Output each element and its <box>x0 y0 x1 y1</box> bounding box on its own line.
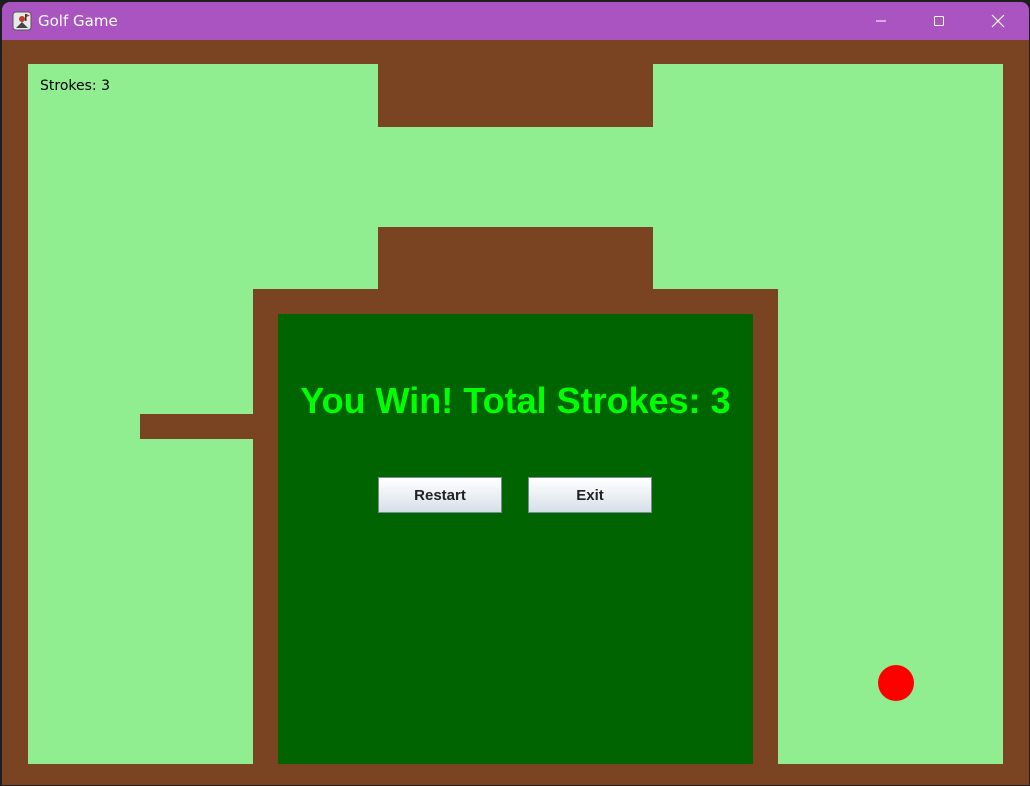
maximize-icon <box>934 16 944 26</box>
golf-ball[interactable] <box>878 665 914 701</box>
minimize-icon <box>876 20 886 22</box>
middle-wall-obstacle <box>378 227 653 290</box>
top-wall-obstacle <box>378 64 653 127</box>
left-ledge-obstacle <box>140 414 255 439</box>
strokes-counter: Strokes: 3 <box>40 78 110 94</box>
maximize-button[interactable] <box>916 2 962 40</box>
window-title: Golf Game <box>38 12 118 30</box>
golf-course[interactable]: Strokes: 3 You Win! Total Strokes: 3 Res… <box>2 40 1029 785</box>
close-icon <box>991 14 1005 28</box>
restart-button[interactable]: Restart <box>378 477 502 513</box>
win-panel: You Win! Total Strokes: 3 Restart Exit <box>278 314 753 764</box>
minimize-button[interactable] <box>858 2 904 40</box>
app-icon <box>12 11 32 31</box>
close-button[interactable] <box>975 2 1021 40</box>
win-message: You Win! Total Strokes: 3 <box>300 380 731 421</box>
golf-game-window: Golf Game Strokes: 3 You Win! Total Stro… <box>2 2 1029 785</box>
exit-button[interactable]: Exit <box>528 477 652 513</box>
title-bar[interactable]: Golf Game <box>2 2 1029 40</box>
